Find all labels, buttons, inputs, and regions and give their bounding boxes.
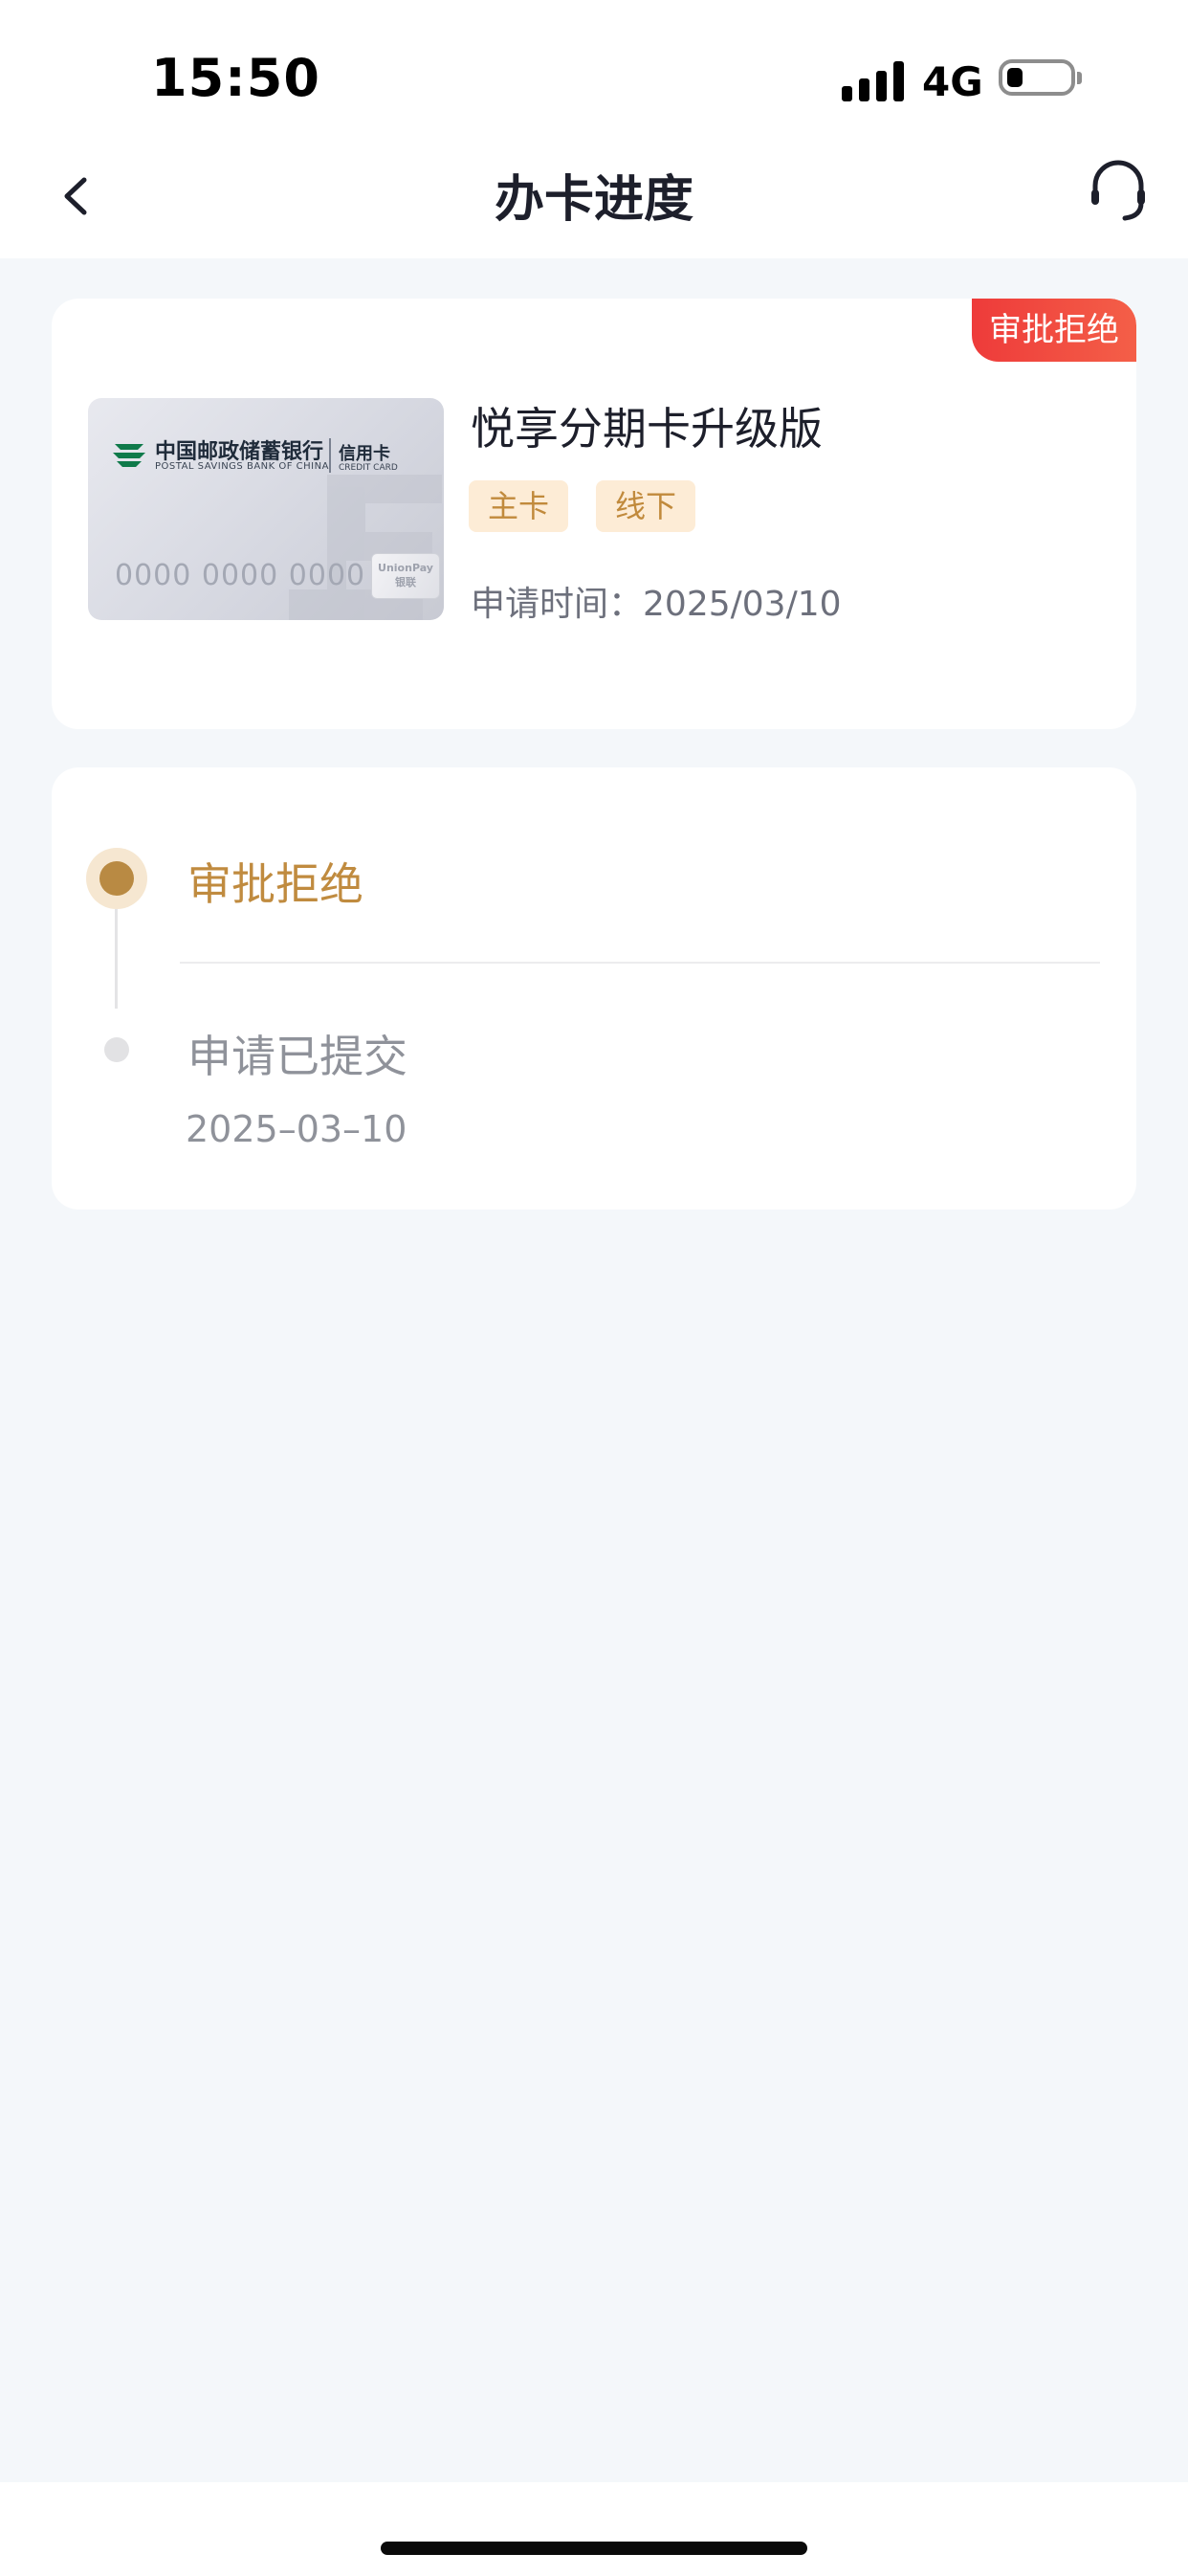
card-type-en: CREDIT CARD: [339, 463, 398, 473]
card-type: 信用卡: [339, 444, 390, 464]
timeline-step-date: 2025–03–10: [186, 1108, 407, 1150]
apply-time: 申请时间：2025/03/10: [471, 576, 842, 626]
unionpay-logo-icon: UnionPay 银联: [371, 553, 440, 599]
product-name: 悦享分期卡升级版: [471, 403, 823, 455]
headset-icon: [1091, 160, 1145, 221]
nav-bar: 办卡进度: [0, 144, 1188, 258]
bank-logo-icon: [113, 444, 145, 467]
tag-offline: 线下: [596, 480, 696, 532]
progress-timeline: 审批拒绝 申请已提交 2025–03–10: [52, 767, 1136, 1210]
tag-primary-card: 主卡: [469, 480, 569, 532]
card-number: 0000 0000 0000: [115, 559, 366, 592]
apply-time-label: 申请时间：: [471, 585, 644, 624]
timeline-dot: [104, 1037, 129, 1062]
bottom-safe-area: [0, 2482, 1188, 2576]
battery-icon: [999, 59, 1082, 96]
card-logo-divider: [329, 438, 331, 473]
status-time: 15:50: [151, 48, 320, 108]
card-info-panel[interactable]: 审批拒绝 中国邮政储蓄银行 POSTAL SAVINGS BANK OF CHI…: [52, 299, 1136, 729]
customer-service-button[interactable]: [1087, 157, 1150, 224]
apply-time-value: 2025/03/10: [643, 585, 842, 624]
timeline-divider: [180, 962, 1100, 964]
credit-card-image: 中国邮政储蓄银行 POSTAL SAVINGS BANK OF CHINA 信用…: [88, 398, 444, 620]
timeline-connector: [115, 909, 118, 1009]
status-badge: 审批拒绝: [972, 299, 1136, 362]
home-indicator[interactable]: [381, 2542, 807, 2555]
network-type: 4G: [922, 58, 983, 105]
bank-name-en: POSTAL SAVINGS BANK OF CHINA: [155, 461, 329, 472]
timeline-step-title: 审批拒绝: [187, 858, 363, 910]
signal-strength-icon: [842, 57, 909, 101]
page-title: 办卡进度: [494, 171, 693, 229]
timeline-step-title: 申请已提交: [187, 1031, 407, 1082]
status-bar: 15:50 4G: [0, 0, 1188, 144]
timeline-dot-active-inner: [99, 861, 134, 896]
